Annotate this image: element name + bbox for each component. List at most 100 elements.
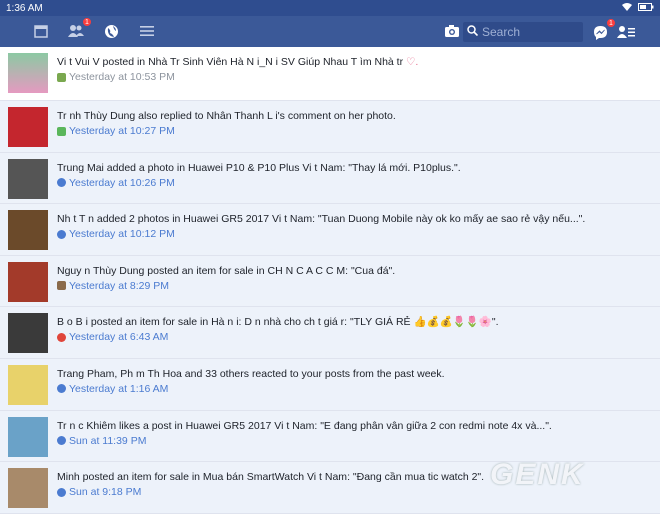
timestamp: Yesterday at 10:12 PM	[69, 228, 175, 241]
notification-item[interactable]: Trung Mai added a photo in Huawei P10 & …	[0, 152, 660, 205]
friend-requests-badge: 1	[82, 17, 92, 27]
friends-list-icon[interactable]	[616, 22, 636, 42]
notification-text: Nh t T n added 2 photos in Huawei GR5 20…	[57, 212, 585, 226]
notification-item[interactable]: Vi t Vui V posted in Nhà Tr Sinh Viên Hà…	[0, 47, 660, 101]
globe-notifications-icon[interactable]	[101, 21, 121, 41]
target-name: Huawei GR5 2017 Vi t Nam	[183, 213, 313, 226]
notification-content: Trang Pham, Ph m Th Hoa and 33 others re…	[57, 364, 445, 396]
target-name: Mua bán SmartWatch Vi t Nam	[202, 471, 348, 484]
action-text: posted an item for sale in	[144, 264, 268, 277]
notification-meta: Yesterday at 10:12 PM	[57, 227, 585, 241]
avatar	[8, 53, 48, 93]
notification-item[interactable]: Nguy n Thùy Dung posted an item for sale…	[0, 255, 660, 308]
target-name: CH N C A C C M	[267, 264, 346, 277]
actor-name: B o B i	[57, 316, 88, 329]
messenger-icon[interactable]: 1	[590, 18, 616, 42]
extra-text: i's comment on her photo.	[272, 110, 396, 122]
extra-text: : "Đang cần mua tic watch 2".	[347, 471, 485, 484]
extra-text: : "E đang phân vân giữa 2 con redmi note…	[314, 419, 552, 432]
search-icon	[467, 23, 479, 41]
globe-icon	[57, 384, 66, 394]
apple-icon	[57, 332, 66, 342]
notification-text: B o B i posted an item for sale in Hà n …	[57, 315, 499, 329]
target-name: Nhà Tr Sinh Viên Hà N i_N i SV Giúp Nhau…	[148, 56, 404, 68]
action-text: and 33 others reacted to your posts from…	[181, 367, 445, 380]
notification-item[interactable]: Trang Pham, Ph m Th Hoa and 33 others re…	[0, 358, 660, 411]
avatar	[8, 158, 48, 199]
actor-name: Tr n c Khiêm	[57, 419, 117, 432]
actor-name: Tr nh Thùy Dung	[57, 110, 136, 122]
timestamp: Yesterday at 6:43 AM	[69, 331, 169, 344]
notification-content: Minh posted an item for sale in Mua bán …	[57, 467, 484, 499]
timestamp: Sun at 9:18 PM	[69, 486, 142, 499]
notification-meta: Yesterday at 1:16 AM	[57, 382, 445, 396]
action-text: likes a post in	[116, 419, 186, 432]
wifi-icon	[622, 2, 632, 14]
notification-text: Minh posted an item for sale in Mua bán …	[57, 470, 484, 484]
globe-icon	[57, 436, 66, 446]
actor-name: Trang Pham, Ph m Th Hoa	[57, 367, 182, 380]
extra-text: : "Cua đá".	[345, 264, 396, 277]
top-navbar: 1 1	[0, 16, 660, 47]
notification-text: Nguy n Thùy Dung posted an item for sale…	[57, 264, 395, 278]
action-text: posted an item for sale in	[87, 316, 212, 329]
notification-content: B o B i posted an item for sale in Hà n …	[57, 312, 499, 344]
notification-content: Trung Mai added a photo in Huawei P10 & …	[57, 158, 461, 190]
actor-name: Minh	[57, 471, 80, 484]
menu-icon[interactable]	[137, 21, 157, 41]
notifications-list: Vi t Vui V posted in Nhà Tr Sinh Viên Hà…	[0, 47, 660, 514]
action-text: added 2 photos in	[93, 213, 184, 226]
comment-icon	[57, 126, 66, 136]
notification-text: Tr n c Khiêm likes a post in Huawei GR5 …	[57, 419, 552, 433]
notification-content: Tr nh Thùy Dung also replied to Nhân Tha…	[57, 106, 396, 138]
notification-item[interactable]: B o B i posted an item for sale in Hà n …	[0, 307, 660, 359]
notification-content: Tr n c Khiêm likes a post in Huawei GR5 …	[57, 416, 552, 448]
action-text: posted an item for sale in	[79, 471, 203, 484]
globe-icon	[57, 487, 66, 497]
search-box[interactable]	[463, 22, 583, 42]
notification-text: Trang Pham, Ph m Th Hoa and 33 others re…	[57, 367, 445, 381]
notification-item[interactable]: Tr n c Khiêm likes a post in Huawei GR5 …	[0, 410, 660, 463]
timestamp: Yesterday at 10:27 PM	[69, 125, 175, 137]
target-name: Huawei P10 & P10 Plus Vi t Nam	[187, 161, 343, 174]
action-text: added a photo in	[103, 161, 188, 174]
extra-text: : "TLY GIÁ RẺ 👍💰💰🌷🌷🌸".	[344, 316, 499, 329]
notification-meta: Yesterday at 6:43 AM	[57, 330, 499, 344]
action-text: posted in	[99, 56, 149, 68]
target-name: Hà n i: D n nhà cho ch t giá r	[211, 316, 345, 329]
notification-meta: Yesterday at 10:26 PM	[57, 176, 461, 190]
notification-item[interactable]: Tr nh Thùy Dung also replied to Nhân Tha…	[0, 101, 660, 153]
timestamp: Yesterday at 1:16 AM	[69, 382, 169, 395]
notification-content: Vi t Vui V posted in Nhà Tr Sinh Viên Hà…	[57, 52, 418, 84]
messenger-badge: 1	[606, 18, 616, 28]
notification-meta: Yesterday at 10:27 PM	[57, 124, 396, 138]
target-name: Huawei GR5 2017 Vi t Nam	[185, 419, 315, 432]
notification-item[interactable]: Nh t T n added 2 photos in Huawei GR5 20…	[0, 204, 660, 256]
globe-icon	[57, 178, 66, 188]
avatar	[8, 210, 48, 251]
friend-requests-icon[interactable]: 1	[66, 17, 92, 41]
avatar	[8, 313, 48, 354]
actor-name: Trung Mai	[57, 161, 104, 174]
clock: 1:36 AM	[6, 2, 43, 14]
news-feed-icon[interactable]	[31, 21, 51, 41]
search-input[interactable]	[482, 25, 578, 39]
notification-text: Tr nh Thùy Dung also replied to Nhân Tha…	[57, 109, 396, 123]
target-name: Nhân Thanh L	[206, 110, 273, 122]
notification-content: Nh t T n added 2 photos in Huawei GR5 20…	[57, 209, 585, 241]
actor-name: Vi t Vui V	[57, 56, 100, 68]
globe-icon	[57, 229, 66, 239]
watermark: GENK	[490, 458, 585, 491]
actor-name: Nguy n Thùy Dung	[57, 264, 145, 277]
timestamp: Sun at 11:39 PM	[69, 434, 147, 447]
avatar	[8, 468, 48, 509]
timestamp: Yesterday at 8:29 PM	[69, 279, 170, 292]
avatar	[8, 364, 48, 405]
notification-text: Vi t Vui V posted in Nhà Tr Sinh Viên Hà…	[57, 55, 418, 69]
action-text: also replied to	[135, 110, 207, 122]
extra-text: : "Thay lá mới. P10plus.".	[342, 161, 461, 174]
notification-content: Nguy n Thùy Dung posted an item for sale…	[57, 261, 395, 293]
camera-icon[interactable]	[442, 21, 462, 41]
actor-name: Nh t T n	[57, 213, 94, 226]
extra-text: : "Tuan Duong Mobile này ok ko mấy ae sa…	[312, 213, 586, 226]
